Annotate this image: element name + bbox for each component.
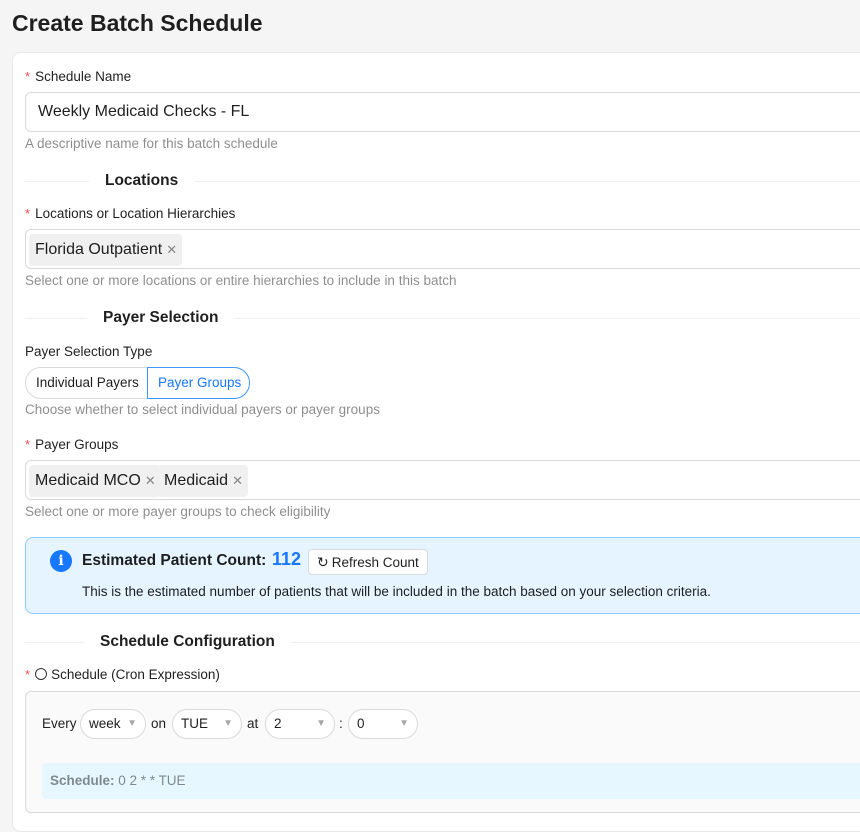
payer-section-title: Payer Selection <box>87 308 235 328</box>
chevron-down-icon: ▼ <box>316 718 326 729</box>
schedule-name-input[interactable]: Weekly Medicaid Checks - FL <box>25 92 860 132</box>
schedule-preview: Schedule: 0 2 * * TUE <box>42 763 860 799</box>
schedule-section-title: Schedule Configuration <box>84 632 291 652</box>
chevron-down-icon: ▼ <box>223 718 233 729</box>
locations-select[interactable]: Florida Outpatient ✕ <box>25 229 860 269</box>
period-select[interactable]: week ▼ <box>80 709 146 739</box>
schedule-name-help: A descriptive name for this batch schedu… <box>25 136 278 151</box>
locations-label: * Locations or Location Hierarchies <box>25 206 236 221</box>
payer-groups-select[interactable]: Medicaid MCO ✕ Medicaid ✕ <box>25 460 860 500</box>
location-tag: Florida Outpatient ✕ <box>29 234 183 266</box>
option-individual-payers[interactable]: Individual Payers <box>25 367 148 399</box>
refresh-icon: ↻ <box>317 554 329 570</box>
estimate-description: This is the estimated number of patients… <box>82 584 711 599</box>
estimate-title: Estimated Patient Count: <box>82 552 267 569</box>
close-icon[interactable]: ✕ <box>232 465 243 497</box>
day-select[interactable]: TUE ▼ <box>172 709 242 739</box>
refresh-count-button[interactable]: ↻ Refresh Count <box>308 549 428 575</box>
on-label: on <box>151 716 167 731</box>
required-mark: * <box>25 437 31 452</box>
payer-type-label: Payer Selection Type <box>25 344 153 359</box>
option-payer-groups[interactable]: Payer Groups <box>147 367 250 399</box>
close-icon[interactable]: ✕ <box>166 234 177 266</box>
form-card: * Schedule Name Weekly Medicaid Checks - … <box>12 52 860 832</box>
payer-type-help: Choose whether to select individual paye… <box>25 402 380 417</box>
required-mark: * <box>25 206 31 221</box>
payer-groups-label: * Payer Groups <box>25 437 119 452</box>
minute-select[interactable]: 0 ▼ <box>348 709 418 739</box>
info-icon: i <box>50 550 72 572</box>
locations-help: Select one or more locations or entire h… <box>25 273 457 288</box>
schedule-name-label: * Schedule Name <box>25 69 132 84</box>
estimate-count: 112 <box>272 549 302 569</box>
cron-label: * Schedule (Cron Expression) <box>25 667 220 682</box>
every-label: Every <box>42 716 77 731</box>
schedule-name-value: Weekly Medicaid Checks - FL <box>38 103 250 120</box>
locations-section-title: Locations <box>89 171 195 191</box>
payer-group-tag: Medicaid ✕ <box>158 465 249 497</box>
required-mark: * <box>25 69 31 84</box>
required-mark: * <box>25 667 31 682</box>
hour-select[interactable]: 2 ▼ <box>265 709 335 739</box>
chevron-down-icon: ▼ <box>127 718 137 729</box>
colon-separator: : <box>339 716 343 731</box>
page-title: Create Batch Schedule <box>12 10 263 36</box>
chevron-down-icon: ▼ <box>399 718 409 729</box>
at-label: at <box>247 716 259 731</box>
close-icon[interactable]: ✕ <box>145 465 156 497</box>
payer-group-tag: Medicaid MCO ✕ <box>29 465 161 497</box>
cron-editor: Every week ▼ on TUE ▼ at 2 ▼ : 0 ▼ Sched… <box>25 691 860 813</box>
estimate-alert: i Estimated Patient Count: 112 ↻ Refresh … <box>25 537 860 614</box>
payer-groups-help: Select one or more payer groups to check… <box>25 504 331 519</box>
clock-icon <box>35 668 48 680</box>
